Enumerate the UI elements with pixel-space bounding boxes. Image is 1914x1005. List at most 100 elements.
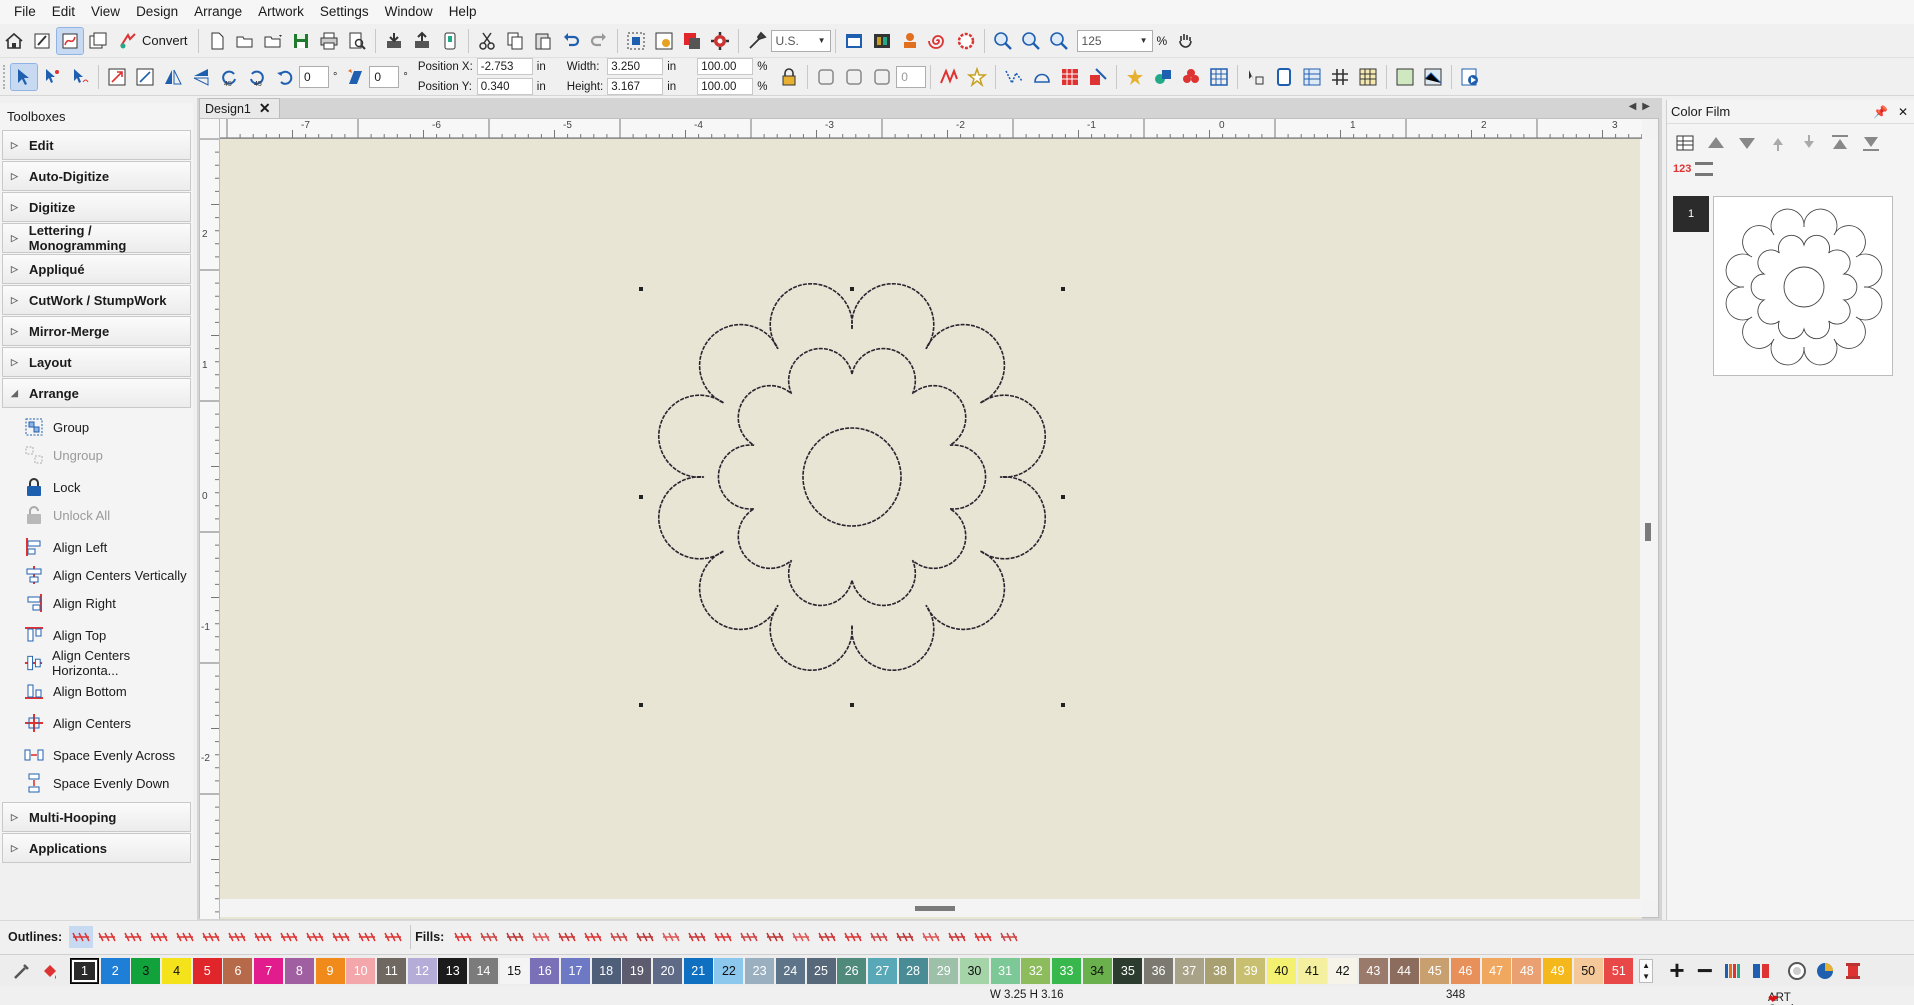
contour-fill-icon[interactable]: [607, 926, 631, 948]
wave-fill-icon[interactable]: [971, 926, 995, 948]
color-swatch[interactable]: 32: [1021, 957, 1051, 984]
star-shape-icon[interactable]: [964, 64, 990, 90]
spiral-icon[interactable]: [925, 28, 951, 54]
palette-scroll-icon[interactable]: ▲ ▼: [1639, 958, 1653, 983]
color-swatch[interactable]: 51: [1604, 957, 1634, 984]
grid-fill-icon[interactable]: [1206, 64, 1232, 90]
tab-design1[interactable]: Design1 ✕: [199, 98, 280, 118]
color-swatch[interactable]: 31: [990, 957, 1020, 984]
overview-mode-icon[interactable]: [85, 28, 111, 54]
thread-spool-icon[interactable]: [1839, 957, 1867, 985]
grid-fill-icon[interactable]: [685, 926, 709, 948]
rotate-right-45-icon[interactable]: 45: [244, 64, 270, 90]
color-swatch[interactable]: 30: [959, 957, 989, 984]
scale-height-input[interactable]: 100.00: [697, 78, 754, 95]
toolbox-applications[interactable]: ▷ Applications: [2, 833, 191, 863]
triple-stitch-icon[interactable]: [95, 926, 119, 948]
tool-align-right[interactable]: Align Right: [0, 589, 193, 617]
tool-align-centers-vertically[interactable]: Align Centers Vertically: [0, 561, 193, 589]
close-icon[interactable]: ✕: [259, 100, 271, 117]
color-swatch[interactable]: 25: [806, 957, 836, 984]
color-swatch[interactable]: 21: [683, 957, 713, 984]
color-swatch[interactable]: 27: [867, 957, 897, 984]
freehand-line-icon[interactable]: [1001, 64, 1027, 90]
color-swatch[interactable]: 44: [1389, 957, 1419, 984]
tool-space-evenly-across[interactable]: Space Evenly Across: [0, 741, 193, 769]
color-swatch[interactable]: 20: [653, 957, 683, 984]
toolbox-multi-hooping[interactable]: ▷ Multi-Hooping: [2, 802, 191, 832]
toolbox-auto-digitize[interactable]: ▷ Auto-Digitize: [2, 161, 191, 191]
color-swatch[interactable]: 38: [1205, 957, 1235, 984]
flower-outer-outline[interactable]: [657, 282, 1047, 672]
resize-icon[interactable]: [104, 64, 130, 90]
select-all-icon[interactable]: [623, 28, 649, 54]
cut-icon[interactable]: [474, 28, 500, 54]
toolbox-layout[interactable]: ▷ Layout: [2, 347, 191, 377]
list-options-icon[interactable]: [1695, 162, 1714, 176]
home-icon[interactable]: [1, 28, 27, 54]
tool-lock[interactable]: Lock: [0, 473, 193, 501]
cross-stitch-fill-icon[interactable]: [737, 926, 761, 948]
settings-gear-icon[interactable]: [707, 28, 733, 54]
color-film-item[interactable]: 1: [1673, 196, 1893, 376]
color-swatch[interactable]: 2: [100, 957, 130, 984]
color-swatch[interactable]: 36: [1144, 957, 1174, 984]
tab-scroll-arrows[interactable]: ◀▶: [1629, 101, 1656, 112]
properties-icon[interactable]: [651, 28, 677, 54]
color-swatch[interactable]: 45: [1420, 957, 1450, 984]
hoop-frame-icon[interactable]: [1271, 64, 1297, 90]
color-swatch[interactable]: 34: [1082, 957, 1112, 984]
new-file-icon[interactable]: [204, 28, 230, 54]
tool-ungroup[interactable]: Ungroup: [0, 441, 193, 469]
pan-hand-icon[interactable]: [1172, 28, 1198, 54]
open-recent-icon[interactable]: [260, 28, 286, 54]
toolbar-grip[interactable]: [3, 64, 7, 89]
ruler-grid-icon[interactable]: [1355, 64, 1381, 90]
color-swatch[interactable]: 8: [284, 957, 314, 984]
e-stitch-icon[interactable]: [277, 926, 301, 948]
stitch-backward-icon[interactable]: [813, 64, 839, 90]
menu-help[interactable]: Help: [443, 0, 487, 24]
table-view-icon[interactable]: [1299, 64, 1325, 90]
menu-arrange[interactable]: Arrange: [188, 0, 252, 24]
thread-library-icon[interactable]: [1747, 957, 1775, 985]
menu-file[interactable]: File: [8, 0, 46, 24]
toolbox-arrange[interactable]: ◢ Arrange: [2, 378, 191, 408]
piping-fill-icon[interactable]: [841, 926, 865, 948]
rotate-icon[interactable]: [272, 64, 298, 90]
stitch-forward-icon[interactable]: [841, 64, 867, 90]
color-swatch[interactable]: 46: [1450, 957, 1480, 984]
add-color-icon[interactable]: +: [1663, 955, 1691, 985]
color-wheel-icon[interactable]: [1783, 957, 1811, 985]
bezier-icon[interactable]: [1029, 64, 1055, 90]
tool-align-left[interactable]: Align Left: [0, 533, 193, 561]
film-view-icon[interactable]: [1672, 130, 1698, 156]
color-swatch[interactable]: 6: [223, 957, 253, 984]
stitch-step-input[interactable]: 0: [896, 65, 927, 88]
remove-color-icon[interactable]: −: [1691, 955, 1719, 986]
scroll-thumb[interactable]: [1645, 523, 1651, 541]
swirl-fill-icon[interactable]: [763, 926, 787, 948]
zoom-1to1-icon[interactable]: [990, 28, 1016, 54]
tool-unlock-all[interactable]: Unlock All: [0, 501, 193, 529]
stitch-path-icon[interactable]: [936, 64, 962, 90]
color-swatch[interactable]: 22: [714, 957, 744, 984]
copy-icon[interactable]: [502, 28, 528, 54]
rotate-left-45-icon[interactable]: 45: [216, 64, 242, 90]
heart-fill-icon[interactable]: [581, 926, 605, 948]
move-down-one-icon[interactable]: [1796, 130, 1822, 156]
pin-icon[interactable]: 📌: [1873, 105, 1888, 119]
slant-input[interactable]: 0: [369, 65, 400, 88]
color-swatch[interactable]: 1: [70, 957, 99, 984]
zigzag-line-icon[interactable]: [199, 926, 223, 948]
flower-inner-outline[interactable]: [717, 347, 987, 607]
move-to-bottom-icon[interactable]: [1858, 130, 1884, 156]
import-icon[interactable]: [381, 28, 407, 54]
color-swatch[interactable]: 48: [1512, 957, 1542, 984]
motif-line-icon[interactable]: [381, 926, 405, 948]
toolbox-cutwork[interactable]: ▷ CutWork / StumpWork: [2, 285, 191, 315]
artwork-mode-icon[interactable]: [56, 26, 84, 55]
gradient-fill-icon[interactable]: [893, 926, 917, 948]
thread-chart-icon[interactable]: [1719, 957, 1747, 985]
chain-stitch-icon[interactable]: [303, 926, 327, 948]
